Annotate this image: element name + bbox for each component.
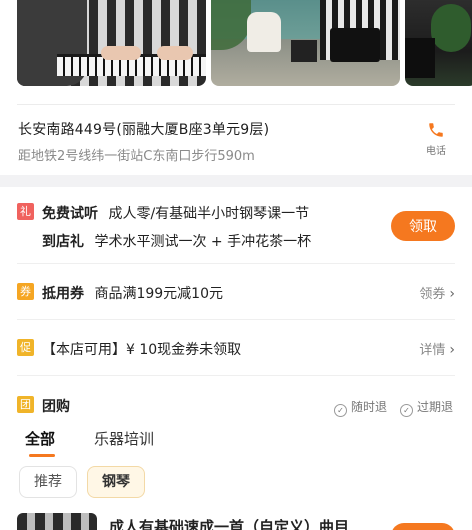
coupon-desc: 商品满199元减10元 [94,286,223,302]
chip-recommended[interactable]: 推荐 [19,466,77,498]
photo-plant [431,4,471,52]
photo-piano [330,28,380,62]
photo-hand [101,46,141,60]
coupon-tag-icon: 券 [17,283,34,300]
tab-all[interactable]: 全部 [25,428,55,449]
store-photo-strip[interactable] [0,0,472,86]
photo-piano [405,38,435,78]
photo-hand [157,46,193,60]
store-gift-text: 学术水平测试一次 + 手冲花茶一杯 [94,234,312,250]
deal-thumbnail [17,513,97,530]
deal-buy-button[interactable] [391,523,455,530]
gift-tag-icon: 礼 [17,203,34,220]
address-line: 长安南路449号(丽融大厦B座3单元9层) [18,122,270,138]
photo-stool [291,40,317,62]
group-buy-section: 团 团购 ✓ 随时退 ✓ 过期退 全部 乐器培训 推荐 钢琴 成人有基础速成一首（自… [17,376,455,530]
address-distance: 距地铁2号线纬一街站C东南口步行590m [18,149,255,164]
address-section[interactable]: 长安南路449号(丽融大厦B座3单元9层) 距地铁2号线纬一街站C东南口步行59… [17,104,455,168]
deal-item[interactable]: 成人有基础速成一首（自定义）曲目 [17,513,455,530]
group-buy-title: 团购 [42,399,70,415]
cash-coupon-text: 【本店可用】¥ 10现金券未领取 [42,342,242,358]
offer-row-cash[interactable]: 促 【本店可用】¥ 10现金券未领取 详情 › [17,320,455,376]
free-trial-label: 免费试听 [42,206,98,222]
store-photo-corner[interactable] [405,0,472,86]
phone-label: 电话 [426,146,446,157]
offer-row-coupon[interactable]: 券 抵用券 商品满199元减10元 领券 › [17,264,455,320]
photo-plant [211,0,251,50]
store-gift-line: 到店礼 学术水平测试一次 + 手冲花茶一杯 [42,231,311,251]
chevron-right-icon: › [449,286,455,302]
store-photo-studio-room[interactable] [211,0,400,86]
refund-expired-label: 过期退 [416,400,453,414]
photo-deer-statue [247,12,281,52]
details-link[interactable]: 详情 › [419,339,455,358]
coupon-label: 抵用券 [42,286,84,302]
section-divider [0,175,472,187]
active-tab-indicator [29,454,55,457]
store-photo-piano-player[interactable] [17,0,206,86]
refund-expired-badge: ✓ 过期退 [399,398,453,417]
store-gift-label: 到店礼 [42,234,84,250]
refund-anytime-badge: ✓ 随时退 [333,398,387,417]
refund-anytime-label: 随时退 [350,400,387,414]
group-buy-header: 团 团购 ✓ 随时退 ✓ 过期退 [17,396,455,417]
group-tag-icon: 团 [17,396,34,413]
details-label: 详情 [419,343,446,358]
check-circle-icon: ✓ [399,404,413,417]
check-circle-icon: ✓ [333,404,347,417]
phone-button[interactable]: 电话 [421,121,451,165]
get-coupon-label: 领券 [419,287,446,302]
promo-tag-icon: 促 [17,339,34,356]
tab-instrument-training[interactable]: 乐器培训 [94,428,154,449]
chip-piano[interactable]: 钢琴 [87,466,145,498]
get-coupon-link[interactable]: 领券 › [419,283,455,302]
chevron-right-icon: › [449,342,455,358]
free-trial-text: 成人零/有基础半小时钢琴课一节 [108,206,310,222]
phone-icon [429,123,443,137]
group-buy-tabs: 全部 乐器培训 [17,428,455,458]
deal-title: 成人有基础速成一首（自定义）曲目 [109,518,350,530]
free-trial-line: 免费试听 成人零/有基础半小时钢琴课一节 [42,203,309,223]
offer-row-gift[interactable]: 礼 免费试听 成人零/有基础半小时钢琴课一节 到店礼 学术水平测试一次 + 手冲… [17,196,455,264]
claim-button[interactable]: 领取 [391,211,455,241]
coupon-text: 抵用券 商品满199元减10元 [42,283,223,303]
